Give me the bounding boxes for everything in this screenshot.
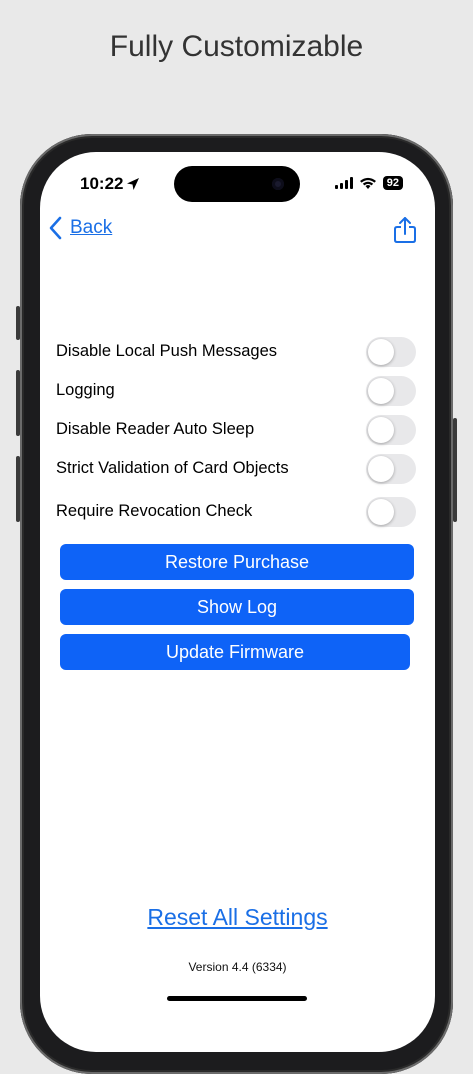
headline: Fully Customizable xyxy=(109,30,364,63)
status-indicators: 92 xyxy=(334,176,403,190)
revocation-toggle[interactable] xyxy=(366,496,416,527)
auto-sleep-toggle[interactable] xyxy=(366,414,416,445)
volume-up-button xyxy=(16,370,20,436)
reset-all-settings-link[interactable]: Reset All Settings xyxy=(40,904,435,931)
dynamic-island xyxy=(174,166,300,202)
home-indicator[interactable] xyxy=(167,996,307,1001)
navigation-bar: Back xyxy=(40,216,435,256)
cellular-signal-icon xyxy=(334,177,353,189)
share-icon xyxy=(394,217,416,243)
setting-label: Strict Validation of Card Objects xyxy=(56,459,289,477)
show-log-button[interactable]: Show Log xyxy=(60,589,414,625)
chevron-left-icon xyxy=(49,216,62,240)
location-arrow-icon xyxy=(127,178,140,190)
setting-label: Logging xyxy=(56,381,115,399)
version-label: Version 4.4 (6334) xyxy=(188,960,287,974)
status-time-label: 10:22 xyxy=(80,174,124,193)
strict-validation-toggle[interactable] xyxy=(366,453,416,484)
logging-toggle[interactable] xyxy=(366,375,416,406)
battery-indicator: 92 xyxy=(382,176,403,190)
setting-row-strict-validation: Strict Validation of Card Objects xyxy=(56,449,416,488)
status-time: 10:22 xyxy=(80,174,140,194)
update-firmware-button[interactable]: Update Firmware xyxy=(60,634,410,670)
setting-label: Disable Local Push Messages xyxy=(56,342,278,360)
volume-down-button xyxy=(16,456,20,522)
camera-icon xyxy=(272,178,284,190)
back-label: Back xyxy=(70,217,113,238)
restore-purchase-button[interactable]: Restore Purchase xyxy=(60,544,414,580)
share-button[interactable] xyxy=(393,216,417,249)
disable-push-toggle[interactable] xyxy=(366,336,416,367)
power-button xyxy=(453,418,457,522)
action-button xyxy=(16,306,20,340)
back-button[interactable]: Back xyxy=(48,216,112,240)
setting-row-disable-push: Disable Local Push Messages xyxy=(56,332,416,371)
setting-row-logging: Logging xyxy=(56,371,416,410)
setting-label: Disable Reader Auto Sleep xyxy=(56,420,255,438)
wifi-icon xyxy=(359,177,376,189)
settings-list: Disable Local Push Messages Logging Disa… xyxy=(56,332,416,531)
app-screen: 10:22 92 Back Disable Local Push Message… xyxy=(40,152,435,1052)
setting-label: Require Revocation Check xyxy=(56,502,253,520)
setting-row-auto-sleep: Disable Reader Auto Sleep xyxy=(56,410,416,449)
setting-row-revocation: Require Revocation Check xyxy=(56,492,416,531)
